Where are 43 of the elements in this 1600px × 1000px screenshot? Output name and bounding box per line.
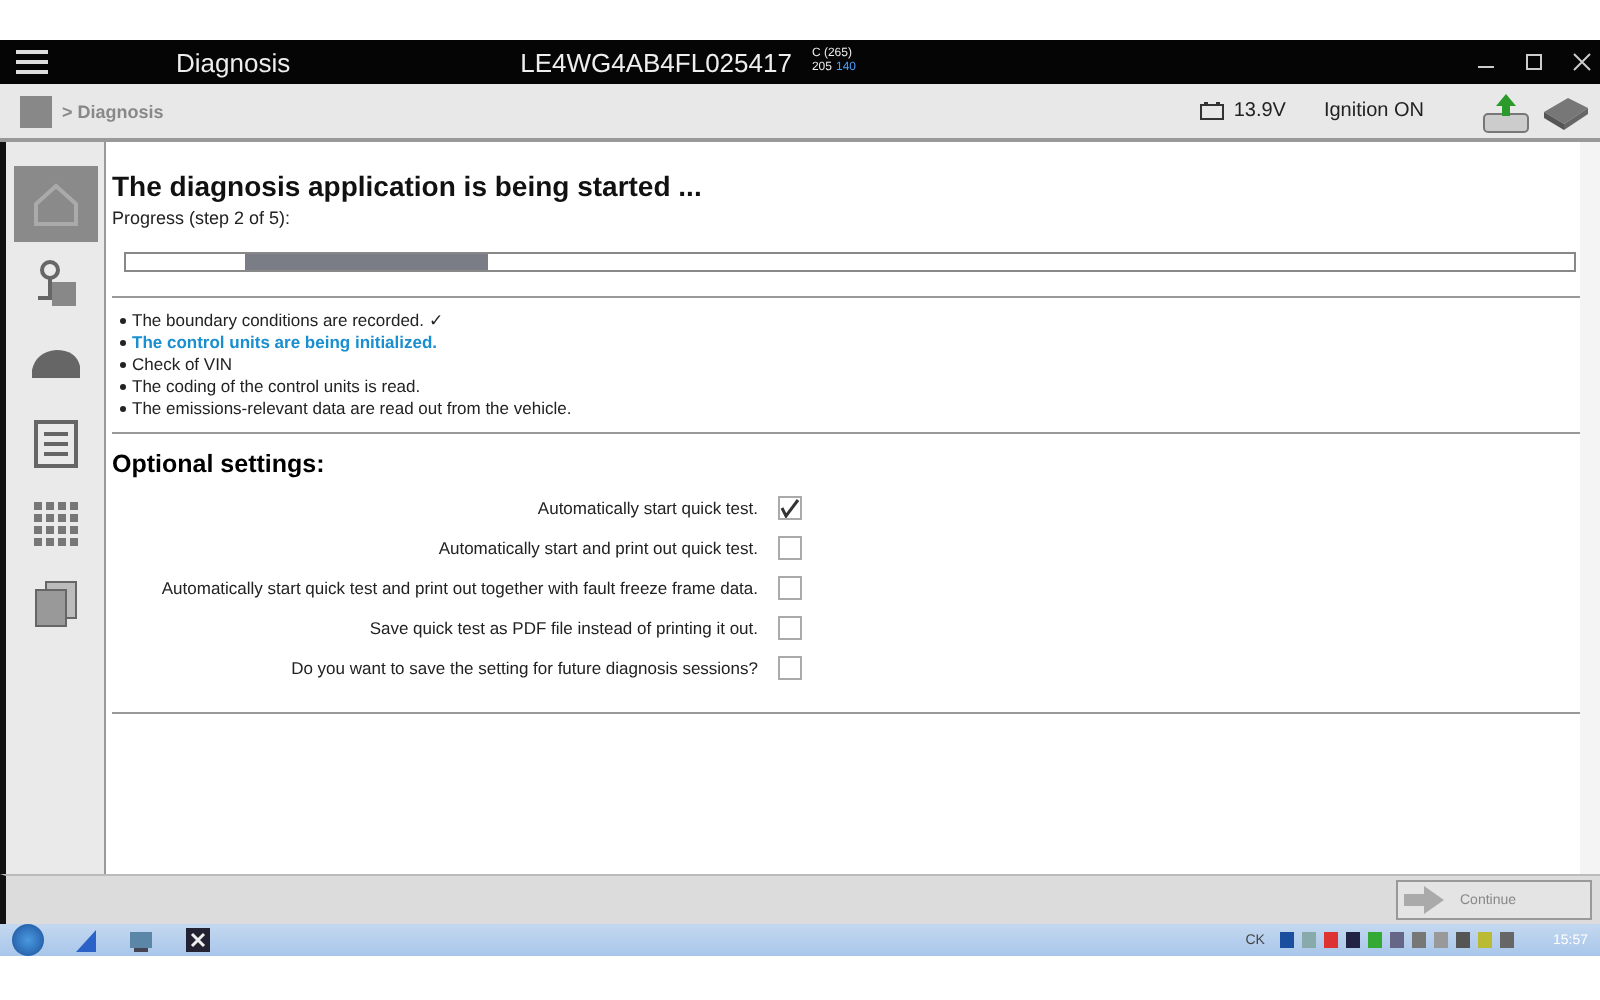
bullet-icon [120,406,126,412]
step-item: The coding of the control units is read. [132,376,421,398]
voltage-text: 13.9V [1233,100,1286,122]
checkbox[interactable] [778,536,802,560]
checkbox[interactable] [778,656,802,680]
ignition-status: Ignition ON [1323,100,1424,122]
vin-text: LE4WG4AB4FL025417 [520,47,792,77]
step-item: The control units are being initialized. [132,332,438,354]
page-heading: The diagnosis application is being started ... [112,170,704,202]
checkbox[interactable] [778,496,802,520]
setting-label: Save quick test as PDF file instead of printing it out. [369,618,758,638]
bullet-icon [120,318,126,324]
progress-label: Progress (step 2 of 5): [112,208,293,228]
bullet-icon [120,362,126,368]
list-icon [33,420,77,468]
scrollbar[interactable] [1580,142,1600,874]
setting-label: Do you want to save the setting for future diagnosis sessions? [291,658,758,678]
start-button[interactable] [12,924,44,956]
bullet-icon [120,340,126,346]
breadcrumb-link[interactable]: > Diagnosis [62,101,164,121]
menu-icon[interactable] [16,50,48,74]
step-item: Check of VIN [132,354,233,376]
computer-icon[interactable] [128,926,156,954]
setting-label: Automatically start and print out quick test. [438,538,758,558]
grid-icon [31,500,79,548]
car-icon [27,346,83,382]
step-item: The emissions-relevant data are read out from the vehicle. [132,398,572,420]
section-heading: Optional settings: [112,450,327,478]
bullet-icon [120,384,126,390]
arrow-icon [1404,886,1444,914]
maximize-button[interactable] [1524,52,1544,72]
close-button[interactable] [1572,52,1592,72]
step-item: The boundary conditions are recorded. ✓ [132,310,445,332]
window-title: Diagnosis [176,47,291,77]
download-icon[interactable] [1482,89,1530,133]
battery-icon [1199,102,1224,120]
app-icon[interactable] [184,926,212,954]
document-icon [33,580,77,628]
checkbox[interactable] [778,616,802,640]
setting-label: Automatically start quick test and print out together with fault freeze frame data. [161,578,758,598]
setting-label: Automatically start quick test. [537,498,758,518]
house-icon [31,182,79,226]
checkbox[interactable] [778,576,802,600]
